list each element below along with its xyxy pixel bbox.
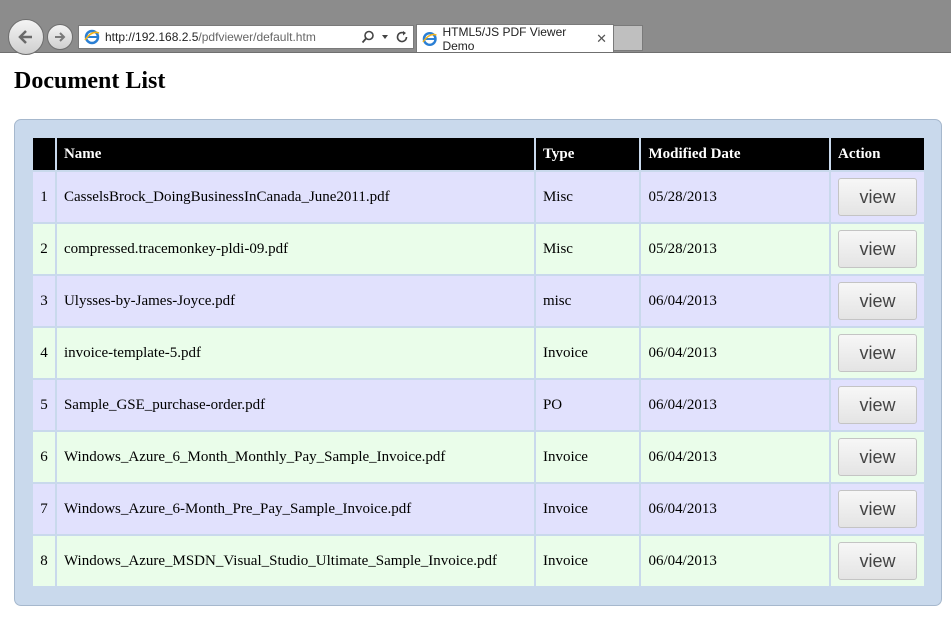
url-path: /pdfviewer/default.htm bbox=[198, 30, 316, 44]
browser-tab[interactable]: HTML5/JS PDF Viewer Demo ✕ bbox=[416, 24, 614, 53]
table-row: 3 Ulysses-by-James-Joyce.pdf misc 06/04/… bbox=[33, 274, 924, 327]
action-cell: view bbox=[830, 378, 924, 431]
document-name: Windows_Azure_6_Month_Monthly_Pay_Sample… bbox=[55, 430, 536, 483]
table-row: 2 compressed.tracemonkey-pldi-09.pdf Mis… bbox=[33, 222, 924, 275]
row-number: 4 bbox=[33, 326, 57, 379]
document-name: Sample_GSE_purchase-order.pdf bbox=[55, 378, 536, 431]
page-title: Document List bbox=[14, 68, 166, 94]
row-number: 7 bbox=[33, 482, 57, 535]
refresh-icon[interactable] bbox=[395, 30, 409, 44]
modified-date: 05/28/2013 bbox=[640, 222, 831, 275]
document-type: Invoice bbox=[534, 326, 642, 379]
action-cell: view bbox=[830, 534, 924, 586]
browser-chrome: http://192.168.2.5/pdfviewer/default.htm… bbox=[0, 0, 951, 55]
dropdown-icon[interactable] bbox=[381, 33, 389, 41]
row-number: 6 bbox=[33, 430, 57, 483]
table-row: 1 CasselsBrock_DoingBusinessInCanada_Jun… bbox=[33, 170, 924, 223]
table-row: 8 Windows_Azure_MSDN_Visual_Studio_Ultim… bbox=[33, 534, 924, 586]
back-button[interactable] bbox=[8, 19, 44, 55]
row-number: 5 bbox=[33, 378, 57, 431]
row-number: 2 bbox=[33, 222, 57, 275]
document-type: PO bbox=[534, 378, 642, 431]
modified-date: 06/04/2013 bbox=[640, 430, 831, 483]
view-button[interactable]: view bbox=[838, 334, 917, 372]
header-name: Name bbox=[55, 138, 536, 171]
action-cell: view bbox=[830, 274, 924, 327]
modified-date: 06/04/2013 bbox=[640, 534, 831, 586]
document-name: Ulysses-by-James-Joyce.pdf bbox=[55, 274, 536, 327]
tab-ie-icon bbox=[422, 31, 437, 46]
document-type: misc bbox=[534, 274, 642, 327]
header-number bbox=[33, 138, 57, 171]
forward-button[interactable] bbox=[47, 24, 73, 50]
document-name: invoice-template-5.pdf bbox=[55, 326, 536, 379]
url-host: http://192.168.2.5 bbox=[105, 30, 199, 44]
view-button[interactable]: view bbox=[838, 490, 917, 528]
modified-date: 05/28/2013 bbox=[640, 170, 831, 223]
action-cell: view bbox=[830, 482, 924, 535]
address-bar[interactable]: http://192.168.2.5/pdfviewer/default.htm bbox=[78, 25, 414, 49]
document-table: Name Type Modified Date Action 1 Cassels… bbox=[33, 138, 924, 586]
view-button[interactable]: view bbox=[838, 282, 917, 320]
table-header-row: Name Type Modified Date Action bbox=[33, 138, 924, 171]
table-row: 5 Sample_GSE_purchase-order.pdf PO 06/04… bbox=[33, 378, 924, 431]
action-cell: view bbox=[830, 430, 924, 483]
document-type: Misc bbox=[534, 170, 642, 223]
tab-close-icon[interactable]: ✕ bbox=[596, 31, 607, 47]
view-button[interactable]: view bbox=[838, 178, 917, 216]
document-type: Invoice bbox=[534, 430, 642, 483]
arrow-left-icon bbox=[18, 30, 32, 44]
table-row: 6 Windows_Azure_6_Month_Monthly_Pay_Samp… bbox=[33, 430, 924, 483]
view-button[interactable]: view bbox=[838, 230, 917, 268]
action-cell: view bbox=[830, 326, 924, 379]
header-action: Action bbox=[830, 138, 924, 171]
document-type: Misc bbox=[534, 222, 642, 275]
tab-title: HTML5/JS PDF Viewer Demo bbox=[442, 24, 567, 53]
ie-logo-icon bbox=[84, 29, 100, 45]
document-type: Invoice bbox=[534, 482, 642, 535]
action-cell: view bbox=[830, 170, 924, 223]
table-row: 4 invoice-template-5.pdf Invoice 06/04/2… bbox=[33, 326, 924, 379]
modified-date: 06/04/2013 bbox=[640, 482, 831, 535]
modified-date: 06/04/2013 bbox=[640, 326, 831, 379]
new-tab-button[interactable] bbox=[614, 25, 643, 51]
document-list-panel: Name Type Modified Date Action 1 Cassels… bbox=[14, 119, 942, 606]
document-name: Windows_Azure_6-Month_Pre_Pay_Sample_Inv… bbox=[55, 482, 536, 535]
document-name: CasselsBrock_DoingBusinessInCanada_June2… bbox=[55, 170, 536, 223]
row-number: 1 bbox=[33, 170, 57, 223]
action-cell: view bbox=[830, 222, 924, 275]
view-button[interactable]: view bbox=[838, 438, 917, 476]
view-button[interactable]: view bbox=[838, 386, 917, 424]
modified-date: 06/04/2013 bbox=[640, 378, 831, 431]
row-number: 8 bbox=[33, 534, 57, 586]
modified-date: 06/04/2013 bbox=[640, 274, 831, 327]
search-icon[interactable] bbox=[361, 30, 375, 44]
header-modified-date: Modified Date bbox=[640, 138, 831, 171]
row-number: 3 bbox=[33, 274, 57, 327]
document-type: Invoice bbox=[534, 534, 642, 586]
header-type: Type bbox=[534, 138, 642, 171]
arrow-right-icon bbox=[55, 32, 66, 42]
view-button[interactable]: view bbox=[838, 542, 917, 580]
document-name: Windows_Azure_MSDN_Visual_Studio_Ultimat… bbox=[55, 534, 536, 586]
table-row: 7 Windows_Azure_6-Month_Pre_Pay_Sample_I… bbox=[33, 482, 924, 535]
document-name: compressed.tracemonkey-pldi-09.pdf bbox=[55, 222, 536, 275]
